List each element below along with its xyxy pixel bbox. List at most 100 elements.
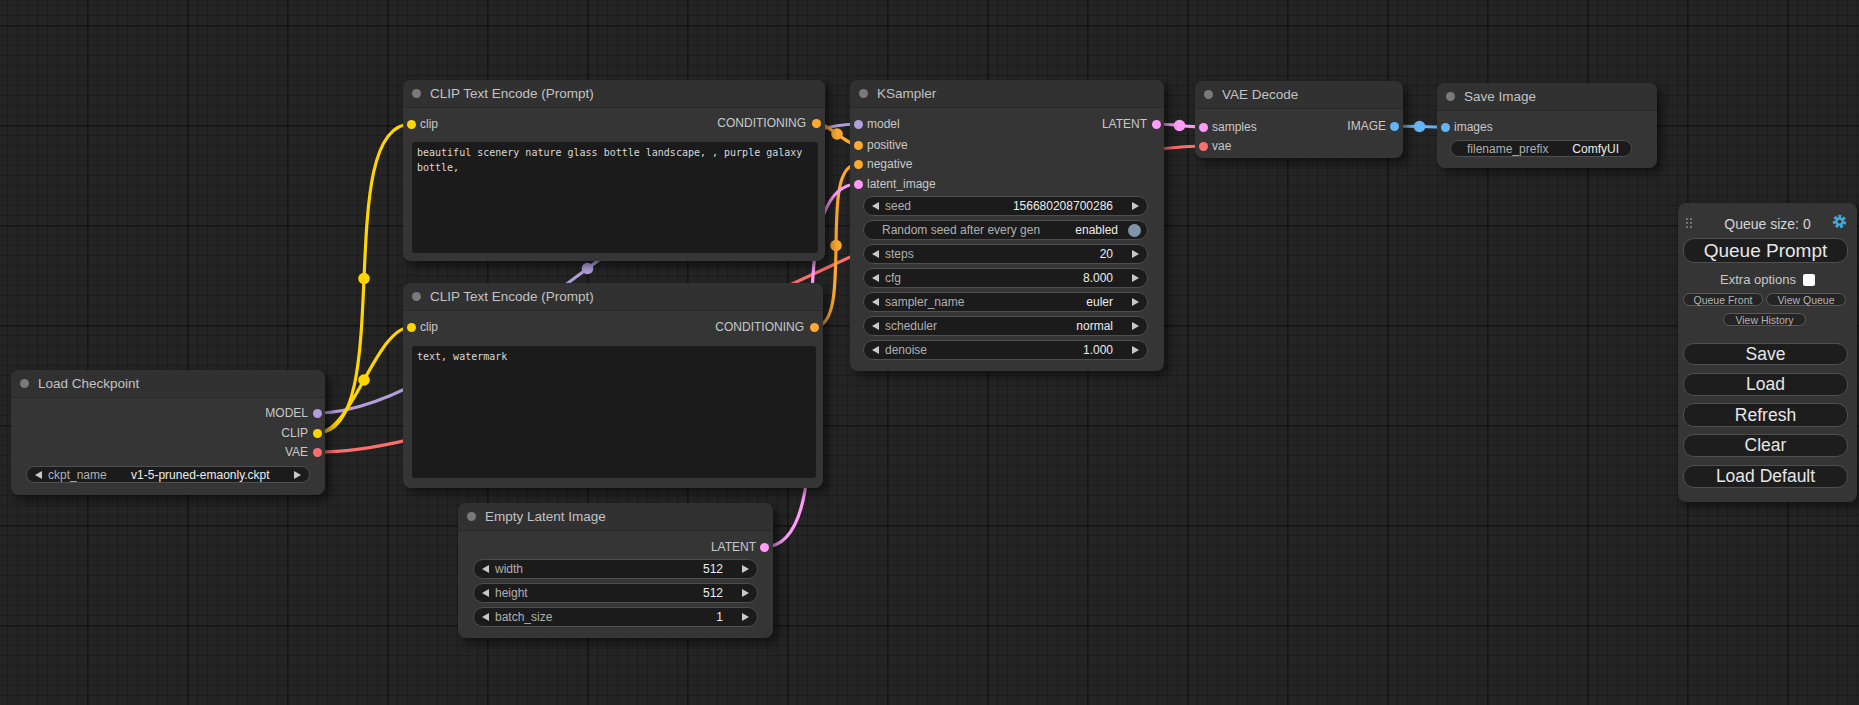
ksampler-latent-output-port[interactable] xyxy=(1152,120,1161,129)
batch-size-widget[interactable]: batch_size 1 xyxy=(473,607,758,627)
filename-prefix-widget[interactable]: filename_prefix ComfyUI xyxy=(1450,140,1632,157)
next-value-arrow-icon[interactable] xyxy=(294,471,301,479)
collapse-dot[interactable] xyxy=(1446,92,1455,101)
node-save-image[interactable]: Save Image images filename_prefix ComfyU… xyxy=(1437,83,1657,168)
link-dot-model xyxy=(582,263,594,275)
next-value-arrow-icon[interactable] xyxy=(1132,274,1139,282)
node-ksampler[interactable]: KSampler model positive negative latent_… xyxy=(850,80,1164,371)
next-value-arrow-icon[interactable] xyxy=(742,565,749,573)
sampler-name-widget[interactable]: sampler_name euler xyxy=(863,292,1148,312)
load-checkpoint-model-output-port[interactable] xyxy=(313,409,322,418)
prev-value-arrow-icon[interactable] xyxy=(872,298,879,306)
node-title: Load Checkpoint xyxy=(38,376,139,391)
input-label-latent-image: latent_image xyxy=(867,177,936,191)
next-value-arrow-icon[interactable] xyxy=(1132,322,1139,330)
link-dot-conditioning xyxy=(830,240,842,252)
next-value-arrow-icon[interactable] xyxy=(742,589,749,597)
node-title: Save Image xyxy=(1464,89,1536,104)
comfyui-canvas[interactable]: { "type_colors": {"MODEL":"#B39DDB","CLI… xyxy=(0,0,1859,705)
prev-value-arrow-icon[interactable] xyxy=(872,346,879,354)
prev-value-arrow-icon[interactable] xyxy=(872,250,879,258)
vae-decode-samples-input-port[interactable] xyxy=(1199,123,1208,132)
ksampler-latent-image-input-port[interactable] xyxy=(854,180,863,189)
clear-button[interactable]: Clear xyxy=(1683,434,1848,457)
extra-options-checkbox[interactable] xyxy=(1803,274,1815,286)
input-label-images: images xyxy=(1454,120,1493,134)
clip-encode-positive-conditioning-output-port[interactable] xyxy=(812,119,821,128)
denoise-widget[interactable]: denoise 1.000 xyxy=(863,340,1148,360)
clip-encode-negative-clip-input-port[interactable] xyxy=(407,323,416,332)
link-dot-conditioning xyxy=(831,128,843,140)
prompt-textarea[interactable]: beautiful scenery nature glass bottle la… xyxy=(412,142,818,253)
node-load-checkpoint[interactable]: Load Checkpoint MODEL CLIP VAE ckpt_name… xyxy=(11,370,325,495)
node-title: CLIP Text Encode (Prompt) xyxy=(430,86,594,101)
prev-value-arrow-icon[interactable] xyxy=(482,613,489,621)
output-label-vae: VAE xyxy=(285,445,308,459)
node-clip-text-encode-negative[interactable]: CLIP Text Encode (Prompt) clip CONDITION… xyxy=(403,283,823,488)
load-button[interactable]: Load xyxy=(1683,373,1848,396)
next-value-arrow-icon[interactable] xyxy=(1132,346,1139,354)
collapse-dot[interactable] xyxy=(467,512,476,521)
link-dot-clip xyxy=(358,374,370,386)
height-widget[interactable]: height 512 xyxy=(473,583,758,603)
prev-value-arrow-icon[interactable] xyxy=(35,471,42,479)
node-empty-latent-image[interactable]: Empty Latent Image LATENT width 512 heig… xyxy=(458,503,773,638)
prev-value-arrow-icon[interactable] xyxy=(872,322,879,330)
ksampler-model-input-port[interactable] xyxy=(854,120,863,129)
ksampler-positive-input-port[interactable] xyxy=(854,141,863,150)
node-title: CLIP Text Encode (Prompt) xyxy=(430,289,594,304)
prev-value-arrow-icon[interactable] xyxy=(872,274,879,282)
prev-value-arrow-icon[interactable] xyxy=(872,202,879,210)
prev-value-arrow-icon[interactable] xyxy=(482,565,489,573)
load-checkpoint-clip-output-port[interactable] xyxy=(313,429,322,438)
settings-gear-icon[interactable] xyxy=(1832,214,1847,229)
queue-size-label: Queue size: 0 xyxy=(1678,216,1857,232)
output-label-conditioning: CONDITIONING xyxy=(717,116,806,130)
queue-front-button[interactable]: Queue Front xyxy=(1683,293,1763,306)
collapse-dot[interactable] xyxy=(412,292,421,301)
toggle-dot[interactable] xyxy=(1128,224,1141,237)
width-widget[interactable]: width 512 xyxy=(473,559,758,579)
collapse-dot[interactable] xyxy=(859,89,868,98)
next-value-arrow-icon[interactable] xyxy=(742,613,749,621)
empty-latent-image-latent-output-port[interactable] xyxy=(760,543,769,552)
node-title: VAE Decode xyxy=(1222,87,1298,102)
collapse-dot[interactable] xyxy=(412,89,421,98)
save-button[interactable]: Save xyxy=(1683,343,1848,365)
clip-encode-positive-clip-input-port[interactable] xyxy=(407,120,416,129)
clip-encode-negative-conditioning-output-port[interactable] xyxy=(810,323,819,332)
input-label-negative: negative xyxy=(867,157,912,171)
prev-value-arrow-icon[interactable] xyxy=(482,589,489,597)
queue-prompt-button[interactable]: Queue Prompt xyxy=(1683,238,1848,263)
node-clip-text-encode-positive[interactable]: CLIP Text Encode (Prompt) clip CONDITION… xyxy=(403,80,825,261)
output-label-model: MODEL xyxy=(265,406,308,420)
prompt-textarea[interactable]: text, watermark xyxy=(412,346,816,478)
steps-widget[interactable]: steps 20 xyxy=(863,244,1148,264)
collapse-dot[interactable] xyxy=(20,379,29,388)
view-queue-button[interactable]: View Queue xyxy=(1766,293,1846,306)
save-image-images-input-port[interactable] xyxy=(1441,123,1450,132)
output-label-latent: LATENT xyxy=(711,540,756,554)
next-value-arrow-icon[interactable] xyxy=(1132,298,1139,306)
next-value-arrow-icon[interactable] xyxy=(1132,250,1139,258)
seed-widget[interactable]: seed 156680208700286 xyxy=(863,196,1148,216)
node-vae-decode[interactable]: VAE Decode samples vae IMAGE xyxy=(1195,81,1403,158)
vae-decode-vae-input-port[interactable] xyxy=(1199,142,1208,151)
extra-options-label: Extra options xyxy=(1720,272,1796,287)
random-seed-widget[interactable]: Random seed after every gen enabled xyxy=(863,220,1148,240)
node-title: KSampler xyxy=(877,86,936,101)
queue-menu-panel: Queue size: 0 Queue Prompt Extra options… xyxy=(1678,203,1857,502)
collapse-dot[interactable] xyxy=(1204,90,1213,99)
vae-decode-image-output-port[interactable] xyxy=(1390,122,1399,131)
view-history-button[interactable]: View History xyxy=(1723,313,1806,326)
link-dot-clip xyxy=(358,273,370,285)
scheduler-widget[interactable]: scheduler normal xyxy=(863,316,1148,336)
refresh-button[interactable]: Refresh xyxy=(1683,403,1848,427)
cfg-widget[interactable]: cfg 8.000 xyxy=(863,268,1148,288)
node-title: Empty Latent Image xyxy=(485,509,606,524)
load-checkpoint-vae-output-port[interactable] xyxy=(313,448,322,457)
ksampler-negative-input-port[interactable] xyxy=(854,160,863,169)
ckpt-name-widget[interactable]: ckpt_name v1-5-pruned-emaonly.ckpt xyxy=(26,466,310,483)
load-default-button[interactable]: Load Default xyxy=(1683,465,1848,488)
next-value-arrow-icon[interactable] xyxy=(1132,202,1139,210)
